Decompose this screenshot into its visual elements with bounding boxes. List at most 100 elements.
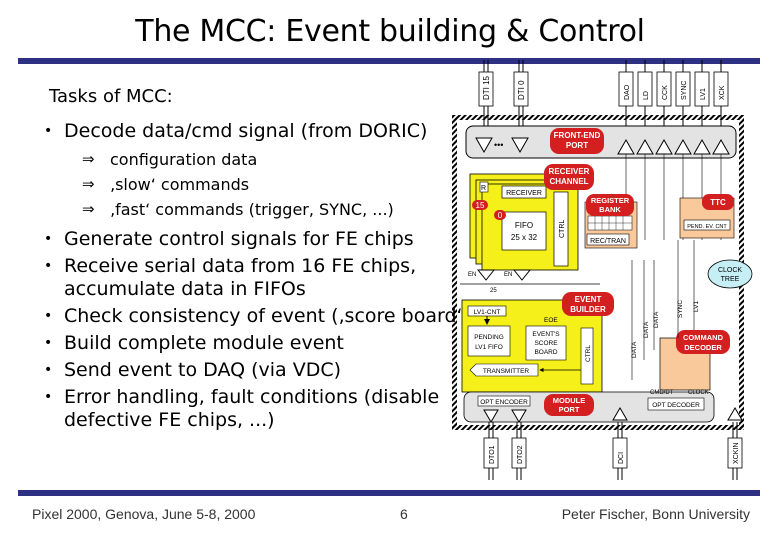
ttc-label: TTC [710,198,726,207]
subtask-text: configuration data [110,150,258,169]
bullet-icon: • [44,389,53,405]
subtask-item: ⇒ ‚slow‘ commands [64,172,470,197]
bullet-icon: • [44,258,53,274]
subtask-text: ‚slow‘ commands [110,175,250,194]
mcc-block-diagram: DTI 15 DTI 0 DAO LD CCK SYNC LV1 XCK ••• FRON… [452,60,753,480]
implies-arrow-icon: ⇒ [82,200,95,218]
bottom-rule [18,490,760,496]
pending-fifo-label: PENDING [474,334,504,341]
ellipsis-dots: ••• [494,140,503,150]
bottom-pin: XCKIN [727,422,743,480]
score-board-label: BOARD [534,349,557,356]
input-buffers: ••• [475,137,529,154]
pin-label: DTI 15 [482,75,491,100]
clock-tree-block [707,259,753,289]
pin-label: DCI [618,452,625,464]
task-item: • Check consistency of event (‚score boar… [40,305,470,328]
subtask-text: ‚fast‘ commands (trigger, SYNC, ...) [110,200,394,219]
channel-0-label: 0 [498,211,503,220]
task-item: • Error handling, fault conditions (disab… [40,386,470,432]
bottom-pins: DTO1 DTO2 DCI XCKIN [483,422,743,480]
cmd-dt-label: CMD/DT [650,390,674,396]
task-item: • Generate control signals for FE chips [40,228,470,251]
channel-15-label: 15 [476,201,485,210]
task-list: • Decode data/cmd signal (from DORIC) ⇒ c… [40,120,470,432]
register-bank-label: REGISTER [591,196,630,205]
task-text: Error handling, fault conditions (disabl… [64,386,440,431]
bottom-pin: DCI [612,422,628,480]
fifo-label: FIFO [515,221,533,230]
receiver-channel-label: RECEIVER [549,167,590,176]
register-grid [587,215,633,231]
fifo-block [501,211,547,251]
task-text: Build complete module event [64,332,344,354]
event-builder-label: BUILDER [570,305,606,314]
receiver-label: RECEIVER [506,190,542,197]
pend-ev-cnt-label: PEND. EV. CNT [687,224,727,230]
transmitter-label: TRANSMITTER [483,368,530,375]
bottom-pin: DTO2 [511,422,527,480]
rec-tran-label: REC/TRAN [590,238,626,245]
ctrl-label: CTRL [585,345,592,362]
eoe-label: EOE [544,317,558,324]
command-decoder-label: DECODER [684,343,722,352]
lv1-cnt-label: LV1-CNT [474,309,501,316]
pin-label: XCKIN [733,443,740,464]
front-end-port-label: FRONT-END [554,131,601,140]
front-end-port-label: PORT [566,141,588,150]
task-item: • Decode data/cmd signal (from DORIC) ⇒ c… [40,120,470,222]
module-port-label: PORT [559,405,580,414]
score-board-label: SCORE [534,340,558,347]
command-decoder-label: COMMAND [683,333,724,342]
pin-label: LV1 [700,88,707,100]
bullet-icon: • [44,123,53,139]
pin-label: DTO1 [489,445,496,464]
task-text: Decode data/cmd signal (from DORIC) [64,120,428,142]
ctrl-label: CTRL [559,220,566,238]
implies-arrow-icon: ⇒ [82,150,95,168]
bottom-pin: DTO1 [483,422,499,480]
pending-fifo-label: LV1 FIFO [475,344,503,351]
task-text: Generate control signals for FE chips [64,228,414,250]
bus-width-label: 25 [490,288,497,294]
footer-author: Peter Fischer, Bonn University [561,506,750,522]
enable-label: EN [504,272,512,278]
clock-label: CLOCK [688,390,709,396]
pin-label: SYNC [681,81,688,100]
pin-label: DTO2 [517,445,524,464]
register-bank-label: BANK [599,205,621,214]
pin-label: DTI 0 [517,80,526,100]
tasks-heading: Tasks of MCC: [49,86,173,107]
clock-tree-label: TREE [721,276,740,283]
task-text: Send event to DAQ (via VDC) [64,359,342,381]
decoder-signal-label: DATA [643,321,650,338]
subtask-item: ⇒ ‚fast‘ commands (trigger, SYNC, ...) [64,197,470,222]
task-text: Check consistency of event (‚score board… [64,305,470,327]
decoder-signal-label: DATA [653,311,660,328]
pin-label: DAO [624,84,631,100]
decoder-signal-label: LV1 [693,301,700,312]
opt-decoder-label: OPT DECODER [652,402,700,409]
pending-lv1-fifo-block [467,325,511,357]
clock-tree-label: CLOCK [718,267,742,274]
task-item: • Send event to DAQ (via VDC) [40,359,470,382]
event-builder-label: EVENT [575,295,602,304]
r-label: R [481,185,486,192]
task-item: • Build complete module event [40,332,470,355]
module-port-label: MODULE [553,396,586,405]
fifo-size: 25 x 32 [511,233,538,242]
pin-label: LD [643,91,650,100]
task-item: • Receive serial data from 16 FE chips, a… [40,255,470,301]
decoder-signal-label: SYNC [677,300,684,318]
bullet-icon: • [44,362,53,378]
page-number: 6 [400,506,408,522]
bullet-icon: • [44,335,53,351]
footer-event: Pixel 2000, Genova, June 5-8, 2000 [32,506,256,522]
enable-label: EN [468,272,476,278]
decoder-signal-label: DATA [631,341,638,358]
pin-label: XCK [719,85,726,100]
bullet-icon: • [44,231,53,247]
bullet-icon: • [44,308,53,324]
subtask-list: ⇒ configuration data ⇒ ‚slow‘ commands ⇒ ‚f… [64,147,470,222]
pin-label: CCK [662,85,669,100]
